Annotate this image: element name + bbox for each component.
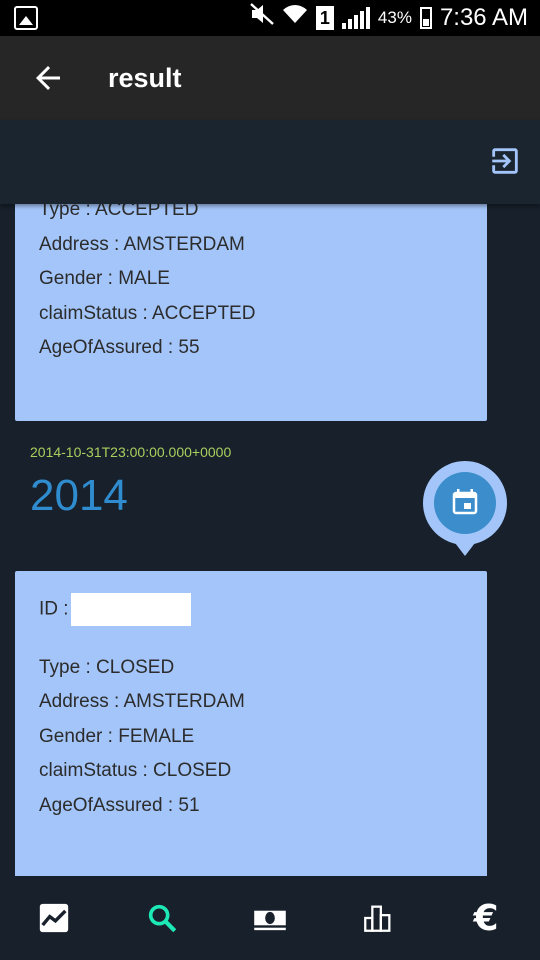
battery-percent: 43% xyxy=(377,8,412,27)
battery-icon xyxy=(419,7,432,29)
bottom-navigation: € xyxy=(0,876,540,960)
nav-dashboard[interactable] xyxy=(0,876,108,960)
bar-chart-icon xyxy=(364,905,391,932)
calendar-marker-icon[interactable] xyxy=(423,461,507,557)
results-timeline[interactable]: Type : ACCEPTED Address : AMSTERDAM Gend… xyxy=(0,204,540,876)
claim-gender: Gender : FEMALE xyxy=(39,726,195,747)
mute-icon xyxy=(250,3,274,33)
nav-euro[interactable]: € xyxy=(432,876,540,960)
status-icons: 1 43% 7:36 AM xyxy=(250,3,528,33)
claim-card[interactable]: ID : Type : CLOSED Address : AMSTERDAM G… xyxy=(15,571,487,876)
clock: 7:36 AM xyxy=(439,4,528,31)
search-icon xyxy=(148,904,177,933)
gallery-notification-icon xyxy=(14,6,38,30)
claim-gender: Gender : MALE xyxy=(39,268,170,289)
claim-age: AgeOfAssured : 55 xyxy=(39,337,200,358)
claim-id: ID : xyxy=(39,593,191,626)
claim-id-label: ID : xyxy=(39,598,69,620)
wifi-icon xyxy=(282,3,308,33)
status-bar: 1 43% 7:36 AM xyxy=(0,0,540,36)
signal-icon xyxy=(341,7,370,29)
app-bar: result xyxy=(0,36,540,120)
logout-icon[interactable] xyxy=(488,144,522,178)
timeline-timestamp: 2014-10-31T23:00:00.000+0000 xyxy=(30,444,232,460)
money-icon xyxy=(254,910,286,931)
nav-statistics[interactable] xyxy=(324,876,432,960)
sim-indicator: 1 xyxy=(315,6,334,30)
back-arrow-icon[interactable] xyxy=(30,60,66,96)
page-title: result xyxy=(108,63,182,93)
claim-status: claimStatus : CLOSED xyxy=(39,760,232,781)
claim-type: Type : CLOSED xyxy=(39,657,175,678)
claim-address: Address : AMSTERDAM xyxy=(39,234,245,255)
timeline-year: 2014 xyxy=(30,471,128,520)
euro-icon: € xyxy=(473,897,499,939)
claim-status: claimStatus : ACCEPTED xyxy=(39,303,256,324)
claim-address: Address : AMSTERDAM xyxy=(39,691,245,712)
claim-type: Type : ACCEPTED xyxy=(39,204,199,220)
nav-search[interactable] xyxy=(108,876,216,960)
claim-age: AgeOfAssured : 51 xyxy=(39,795,200,816)
secondary-toolbar xyxy=(0,120,540,204)
claim-card[interactable]: Type : ACCEPTED Address : AMSTERDAM Gend… xyxy=(15,204,487,421)
nav-money[interactable] xyxy=(216,876,324,960)
redacted-id xyxy=(70,593,191,626)
trending-chart-icon xyxy=(39,903,69,933)
